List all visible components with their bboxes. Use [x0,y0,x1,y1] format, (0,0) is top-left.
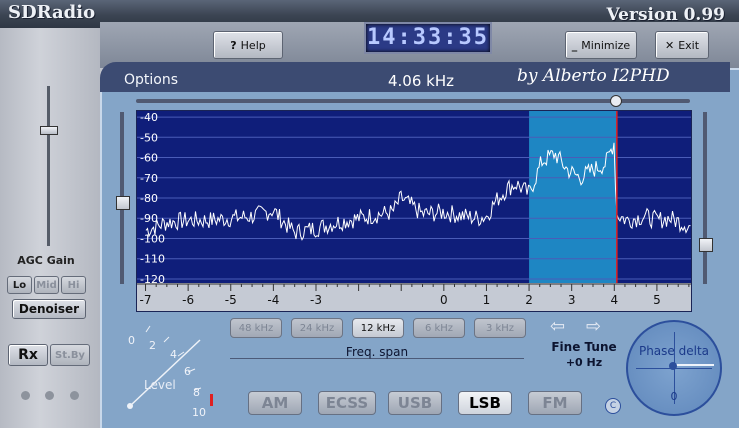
mode-button[interactable]: LSB [458,391,512,415]
agc-button[interactable]: Hi [61,276,86,294]
fine-tune-label: Fine Tune [551,340,617,354]
minimize-label: Minimize [581,38,631,52]
level-scale-2: 2 [149,339,156,352]
passband-highlight [529,111,617,283]
right-level-slider-track[interactable] [703,112,707,284]
x-tick-label: 1 [483,293,491,307]
denoiser-button[interactable]: Denoiser [12,299,86,319]
level-meter-pivot [127,403,133,409]
y-tick-label: -110 [140,253,165,266]
y-tick-label: -40 [140,111,158,124]
freq-span-buttons: 48 kHz 24 kHz 12 kHz 6 kHz 3 kHz [230,318,530,338]
clock-display: 14:33:35 [364,22,492,54]
tuning-slider-thumb[interactable] [610,95,622,107]
y-tick-label: -60 [140,152,158,165]
right-level-slider-thumb[interactable] [699,238,713,252]
mode-button[interactable]: USB [388,391,442,415]
y-tick-label: -90 [140,212,158,225]
span-button[interactable]: 3 kHz [474,318,526,338]
agc-button[interactable]: Mid [34,276,59,294]
level-scale-10: 10 [192,406,206,419]
agc-gain-slider-thumb[interactable] [40,126,58,135]
x-tick-label: 0 [440,293,448,307]
mode-button[interactable]: ECSS [318,391,376,415]
level-meter-peak-marker [210,394,213,406]
x-tick-label: -3 [310,293,322,307]
fine-tune-value: +0 Hz [565,356,603,369]
y-tick-label: -50 [140,131,158,144]
options-menu[interactable]: Options [124,72,178,88]
exit-label: Exit [678,38,700,52]
agc-button[interactable]: Lo [7,276,32,294]
mode-buttons: AM ECSS USB LSB FM [248,391,588,415]
frequency-readout: 4.06 kHz [388,72,455,90]
exit-button[interactable]: ✕ Exit [655,31,709,59]
minimize-icon: _ [571,38,578,52]
left-panel [0,28,100,428]
level-scale-4: 4 [170,348,177,361]
x-axis-band [137,283,691,311]
agc-buttons: Lo Mid Hi [7,276,91,294]
x-tick-label: 3 [568,293,576,307]
copyright-icon: C [605,398,621,414]
y-tick-label: -70 [140,172,158,185]
phase-delta-needle [674,364,714,366]
span-button[interactable]: 12 kHz [352,318,404,338]
standby-button[interactable]: St.By [50,344,90,366]
left-level-slider-thumb[interactable] [116,196,130,210]
level-scale-6: 6 [184,365,191,378]
fine-tune-left-icon[interactable]: ⇦ [550,316,565,337]
phase-delta-pivot [669,362,677,370]
fine-tune-right-icon[interactable]: ⇨ [586,316,601,337]
agc-gain-slider-track[interactable] [47,86,50,246]
x-tick-label: 4 [610,293,618,307]
x-tick-label: 5 [653,293,661,307]
status-led-2 [45,391,54,400]
x-tick-label: -4 [267,293,279,307]
mode-button[interactable]: AM [248,391,302,415]
status-led-1 [21,391,30,400]
help-button[interactable]: ? Help [213,31,283,59]
span-button[interactable]: 6 kHz [413,318,465,338]
level-scale-8: 8 [193,386,200,399]
span-button[interactable]: 48 kHz [230,318,282,338]
level-meter-tick [163,336,170,343]
level-meter-tick [145,325,151,333]
x-tick-label: -6 [182,293,194,307]
phase-delta-dial[interactable]: Phase delta 0 [626,320,722,416]
level-scale-0: 0 [128,334,135,347]
app-title: SDRadio [8,2,96,23]
x-tick-label: -7 [140,293,152,307]
phase-delta-value: 0 [670,390,678,403]
y-tick-label: -80 [140,192,158,205]
agc-gain-label: AGC Gain [17,254,75,267]
minimize-button[interactable]: _ Minimize [565,31,637,59]
x-tick-label: -5 [225,293,237,307]
spectrum-display[interactable]: -40-50-60-70-80-90-100-110-120-7 -6 -5 -4 -3… [136,110,692,312]
close-icon: ✕ [664,38,675,52]
y-tick-label: -100 [140,232,165,245]
level-meter [127,325,213,409]
freq-span-label: Freq. span [230,346,524,359]
help-label: Help [240,38,266,52]
span-button[interactable]: 24 kHz [291,318,343,338]
tuning-slider-track[interactable] [136,99,690,103]
question-icon: ? [230,38,237,52]
rx-button[interactable]: Rx [8,344,48,366]
author-credit: by Alberto I2PHD [517,66,670,86]
mode-button[interactable]: FM [528,391,582,415]
x-tick-label: 2 [525,293,533,307]
level-label: Level [144,378,176,392]
clock-time: 14:33:35 [367,25,489,50]
status-led-3 [70,391,79,400]
